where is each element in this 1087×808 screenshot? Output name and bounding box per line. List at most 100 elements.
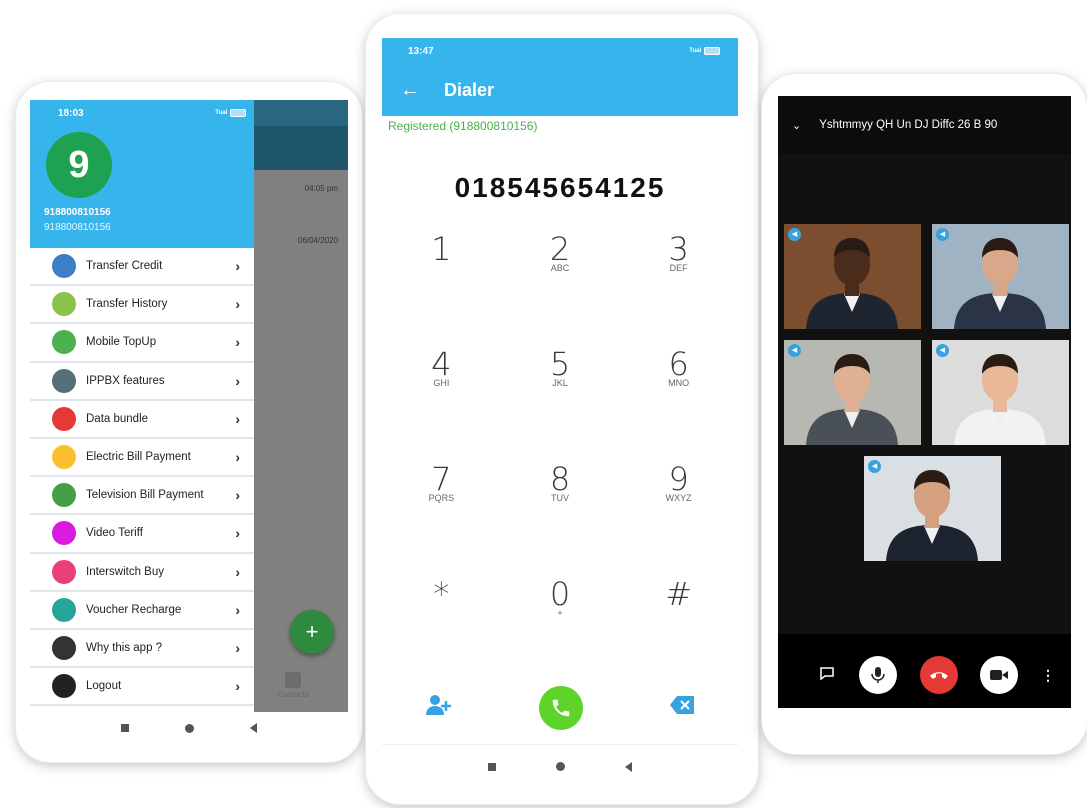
key-digit: 2	[549, 230, 571, 268]
menu-item[interactable]: Interswitch Buy ›	[30, 554, 254, 592]
menu-item[interactable]: Why this app ? ›	[30, 630, 254, 669]
call-controls: ⋮	[778, 656, 1071, 694]
key-1[interactable]: 1	[382, 233, 501, 348]
key-6[interactable]: 6 MNO	[619, 348, 738, 463]
recents-button[interactable]	[488, 762, 496, 771]
key-letters: WXYZ	[665, 493, 692, 503]
speaker-icon: ◀	[788, 228, 801, 241]
key-digit: 7	[431, 460, 452, 498]
key-3[interactable]: 3 DEF	[619, 233, 738, 348]
participant-video	[954, 238, 1046, 329]
back-button[interactable]	[250, 723, 257, 733]
home-button[interactable]	[185, 723, 194, 733]
video-tile-2[interactable]: ◀	[932, 224, 1069, 329]
menu-item[interactable]: Electric Bill Payment ›	[30, 439, 254, 478]
key-digit: *	[433, 575, 450, 613]
back-button[interactable]	[625, 761, 632, 772]
chevron-right-icon: ›	[235, 258, 240, 275]
call-title: Yshtmmyy QH Un DJ Diffc 26 B 90	[819, 119, 998, 131]
dial-actions	[382, 678, 738, 738]
menu-item[interactable]: Video Teriff ›	[30, 515, 254, 554]
key-digit: 4	[431, 345, 452, 383]
avatar[interactable]: 9	[46, 132, 112, 198]
status-time: 18:03	[58, 107, 84, 119]
key-5[interactable]: 5 JKL	[501, 348, 620, 463]
speaker-icon: ◀	[936, 344, 949, 357]
menu-item-label: Transfer History	[86, 298, 168, 311]
wifi-icon	[52, 406, 76, 431]
key-letters: JKL	[552, 378, 568, 388]
dialed-number[interactable]: 018545654125	[382, 172, 738, 204]
video-tile-4[interactable]: ◀	[932, 340, 1069, 445]
contacts-tab[interactable]: Contacts	[268, 672, 318, 699]
battery-icon	[230, 109, 246, 117]
key-4[interactable]: 4 GHI	[382, 348, 501, 463]
chevron-right-icon: ›	[235, 639, 240, 656]
add-contact-icon[interactable]	[425, 694, 452, 722]
video-tile-3[interactable]: ◀	[784, 340, 921, 445]
bulb-icon	[52, 445, 76, 470]
background-date: 06/04/2020	[297, 236, 338, 245]
key-letters: DEF	[669, 263, 688, 273]
backspace-icon[interactable]	[670, 696, 695, 720]
recents-button[interactable]	[121, 724, 129, 732]
menu-item[interactable]: Transfer History ›	[30, 286, 254, 325]
hangup-button[interactable]	[919, 656, 958, 694]
system-nav-bar	[16, 712, 362, 744]
transfer-history-icon	[52, 292, 76, 317]
menu-item[interactable]: Television Bill Payment ›	[30, 477, 254, 516]
key-letters: TUV	[550, 493, 569, 503]
camera-button[interactable]	[980, 656, 1019, 694]
chevron-right-icon: ›	[235, 525, 240, 542]
key-hash[interactable]: #	[619, 578, 738, 693]
call-button[interactable]	[538, 686, 583, 730]
more-options-icon[interactable]: ⋮	[1041, 667, 1055, 684]
back-arrow-icon[interactable]: ←	[400, 79, 420, 102]
menu-item[interactable]: Logout ›	[30, 668, 254, 707]
home-button[interactable]	[556, 762, 565, 771]
menu-item[interactable]: IPPBX features ›	[30, 363, 254, 401]
signal-icon: ᵀᵘᵃˡ	[689, 46, 720, 56]
key-2[interactable]: 2 ABC	[501, 233, 620, 348]
chat-icon[interactable]	[820, 667, 834, 683]
signal-icon: ᵀᵘᵃˡ	[215, 108, 246, 118]
transfer-credit-icon	[52, 254, 76, 279]
participant-video	[806, 238, 898, 329]
key-digit: 8	[549, 460, 571, 498]
menu-item[interactable]: Voucher Recharge ›	[30, 592, 254, 630]
menu-item[interactable]: Mobile TopUp ›	[30, 324, 254, 363]
chevron-right-icon: ›	[235, 449, 240, 466]
key-digit: 6	[668, 345, 689, 383]
account-number-secondary: 918800810156	[44, 222, 111, 233]
mute-button[interactable]	[858, 656, 897, 694]
menu-item[interactable]: Data bundle ›	[30, 401, 254, 439]
mic-icon	[871, 667, 885, 683]
status-time: 13:47	[408, 45, 434, 57]
menu-list: Transfer Credit › Transfer History › Mobile …	[30, 248, 254, 707]
participant-video	[886, 470, 978, 561]
speaker-icon: ◀	[788, 344, 801, 357]
menu-item-label: Television Bill Payment	[86, 489, 204, 502]
menu-item-label: Electric Bill Payment	[86, 451, 191, 464]
key-7[interactable]: 7 PQRS	[382, 463, 501, 578]
chevron-right-icon: ›	[235, 410, 240, 427]
video-tile-1[interactable]: ◀	[784, 224, 921, 329]
video-tile-5[interactable]: ◀	[864, 456, 1001, 561]
add-fab-button[interactable]: +	[290, 610, 334, 654]
key-0[interactable]: 0 +	[501, 578, 620, 693]
key-8[interactable]: 8 TUV	[501, 463, 620, 578]
chevron-down-icon[interactable]: ⌄	[792, 119, 801, 132]
video-call-screen: ⌄ Yshtmmyy QH Un DJ Diffc 26 B 90 ◀ ◀ ◀ ◀ ◀ …	[778, 96, 1071, 708]
chevron-right-icon: ›	[235, 601, 240, 618]
key-star[interactable]: *	[382, 578, 501, 693]
tv-icon	[52, 483, 76, 508]
key-letters: MNO	[668, 378, 690, 388]
logout-icon	[52, 674, 76, 699]
menu-item-label: Video Teriff	[86, 527, 143, 540]
key-digit: 0	[549, 575, 571, 613]
menu-item-label: Voucher Recharge	[86, 603, 182, 616]
menu-item[interactable]: Transfer Credit ›	[30, 248, 254, 287]
participant-video	[954, 354, 1046, 445]
key-9[interactable]: 9 WXYZ	[619, 463, 738, 578]
key-letters: ABC	[550, 263, 570, 273]
